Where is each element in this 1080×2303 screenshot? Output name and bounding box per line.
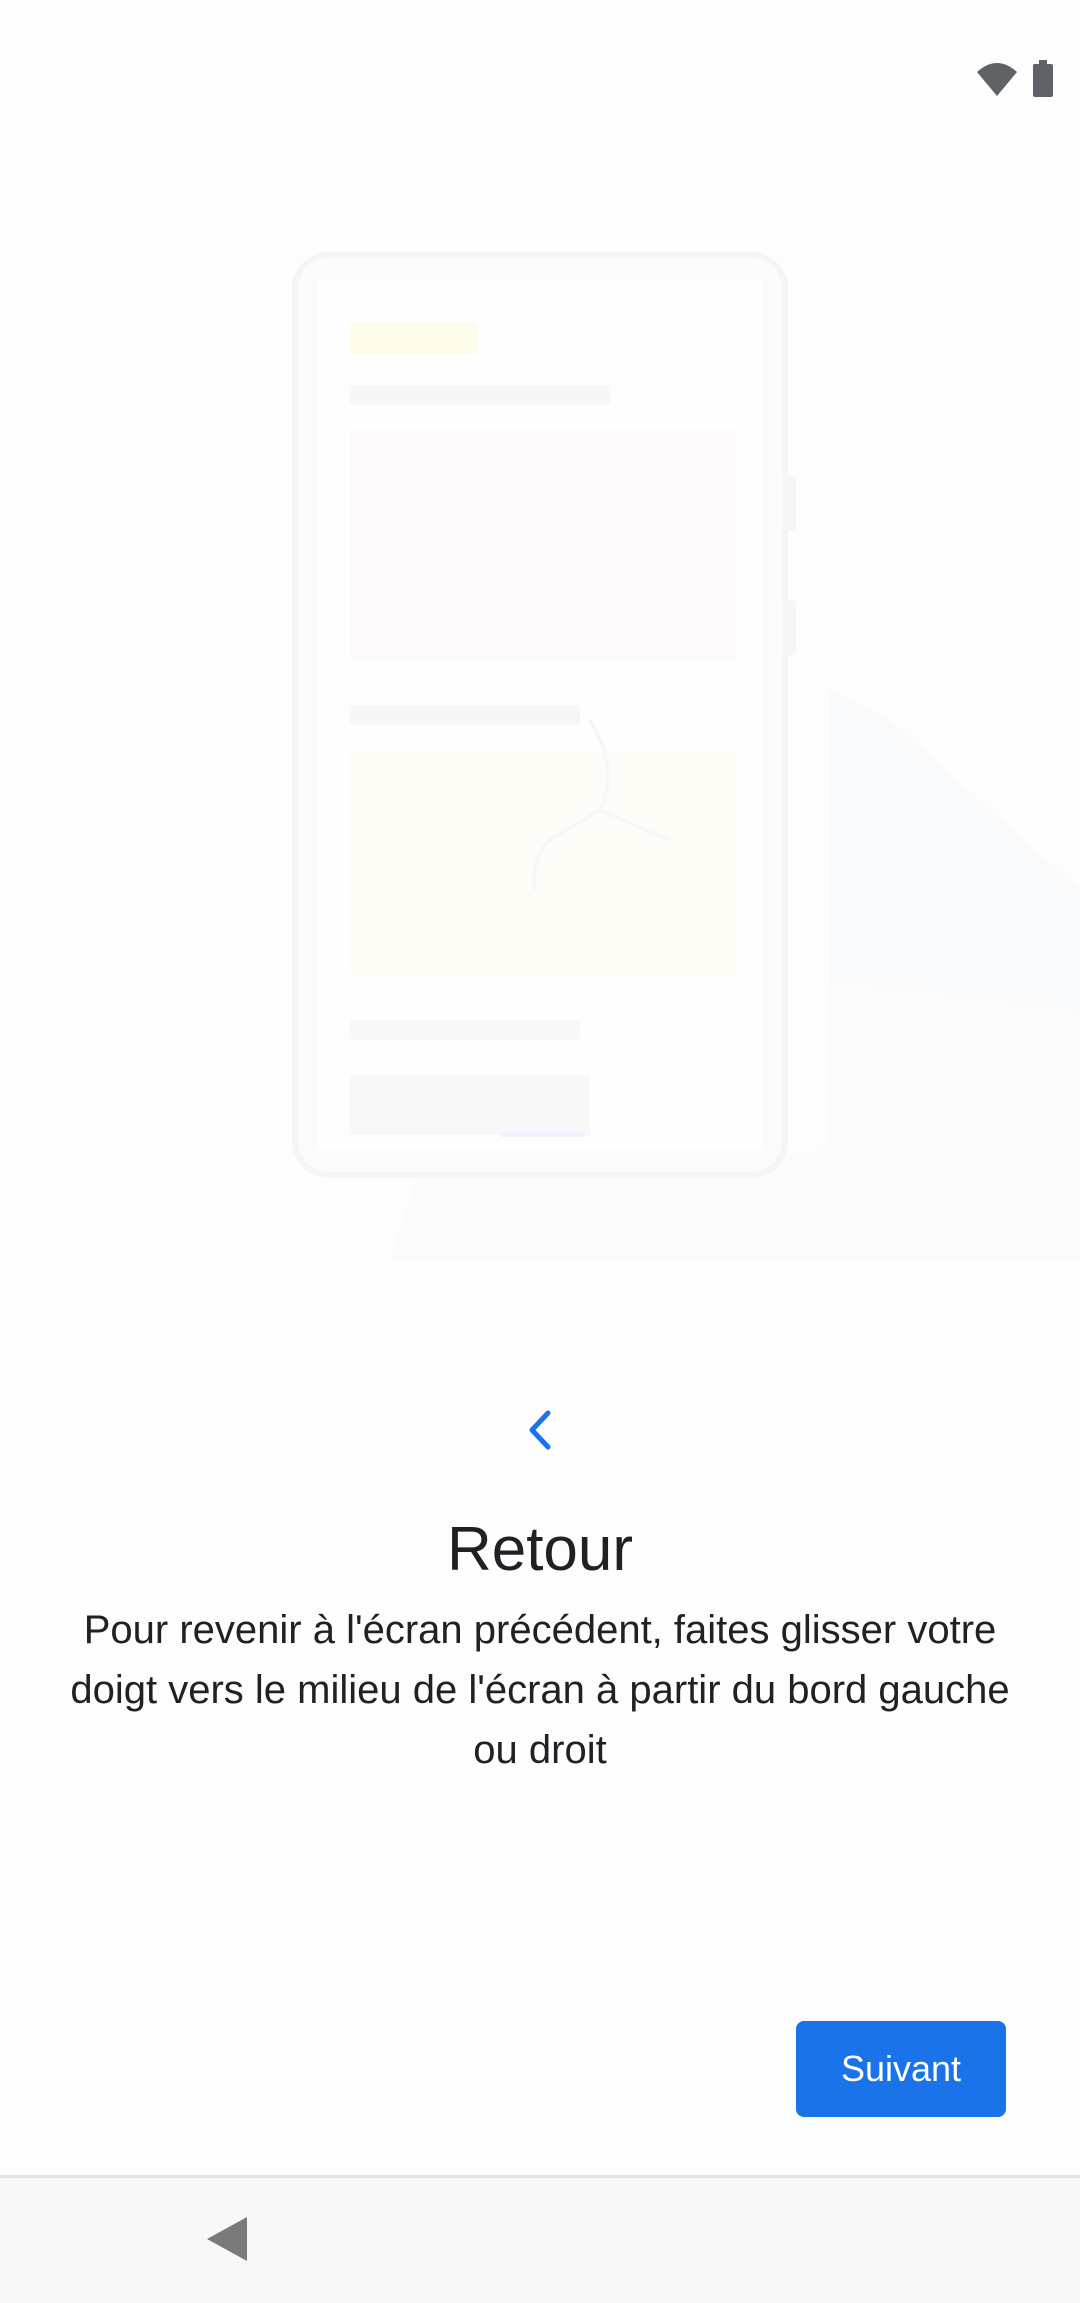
page-description: Pour revenir à l'écran précédent, faites… <box>70 1608 1010 1772</box>
page-title: Retour <box>446 1515 634 1584</box>
chevron-left-icon <box>529 1410 551 1450</box>
wifi-icon <box>977 63 1017 96</box>
battery-icon <box>1033 60 1053 97</box>
navigation-bar <box>0 2175 1080 2303</box>
nav-back-triangle-icon[interactable] <box>205 2214 249 2264</box>
next-button[interactable]: Suivant <box>796 2021 1006 2117</box>
status-bar <box>0 0 1080 110</box>
phone-swipe-illustration <box>292 252 1080 1260</box>
